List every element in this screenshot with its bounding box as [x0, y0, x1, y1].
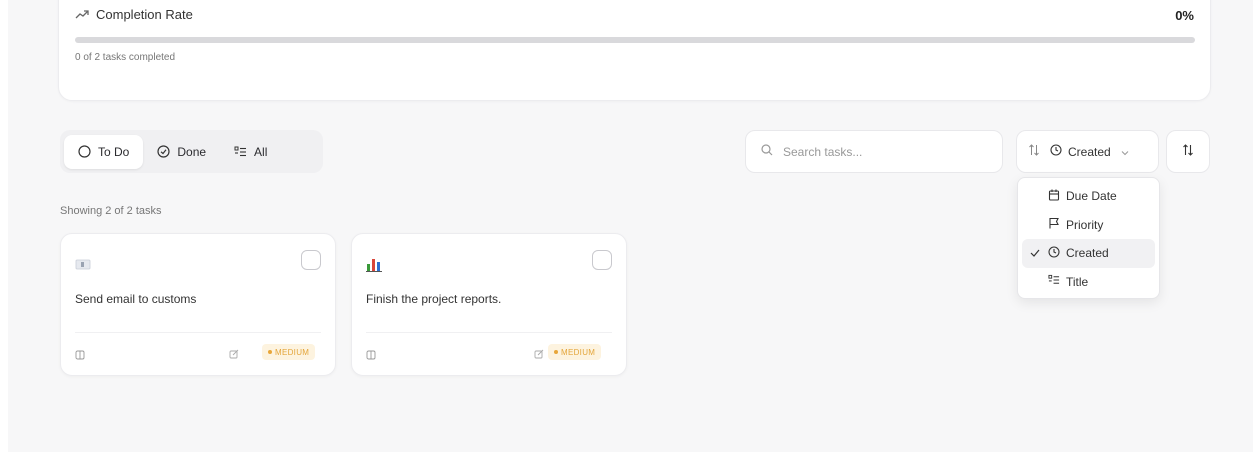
tab-label: To Do — [98, 144, 130, 159]
menu-item-label: Priority — [1066, 217, 1104, 232]
tab-label: Done — [177, 144, 207, 159]
completion-card: Completion Rate 0% 0 of 2 tasks complete… — [58, 0, 1211, 101]
completed-count: 0 of 2 tasks completed — [75, 52, 176, 63]
tab-todo[interactable]: To Do — [64, 134, 144, 169]
divider — [366, 332, 612, 333]
menu-item-label: Due Date — [1066, 189, 1117, 204]
completion-percent: 0% — [1175, 8, 1194, 23]
sort-order-icon — [1182, 143, 1194, 161]
completion-label: Completion Rate — [96, 7, 193, 22]
task-card[interactable]: Finish the project reports. MEDIUM — [351, 233, 627, 376]
priority-badge: MEDIUM — [262, 344, 316, 360]
tab-done[interactable]: Done — [143, 135, 220, 169]
priority-label: MEDIUM — [275, 347, 310, 357]
sort-dropdown-menu: Due Date Priority Created Title — [1017, 177, 1160, 299]
priority-dot — [268, 350, 272, 354]
sort-option-title[interactable]: Title — [1022, 268, 1155, 297]
book-icon — [366, 347, 376, 365]
trending-up-icon — [75, 9, 89, 20]
sort-option-priority[interactable]: Priority — [1022, 211, 1155, 240]
task-title: Finish the project reports. — [366, 292, 502, 306]
card-index-icon — [75, 256, 91, 272]
edit-icon[interactable] — [229, 346, 239, 364]
clock-icon — [1050, 144, 1062, 159]
edit-icon[interactable] — [534, 346, 544, 364]
flag-icon — [1048, 217, 1060, 232]
search-icon — [761, 143, 773, 161]
completion-header: Completion Rate — [75, 7, 193, 22]
menu-item-label: Title — [1066, 274, 1089, 289]
search-input[interactable] — [783, 144, 983, 159]
showing-count: Showing 2 of 2 tasks — [60, 205, 162, 217]
divider — [75, 332, 321, 333]
sort-order-button[interactable] — [1166, 130, 1210, 173]
sort-option-due-date[interactable]: Due Date — [1022, 182, 1155, 211]
sort-value: Created — [1050, 144, 1111, 159]
menu-item-label: Created — [1066, 246, 1109, 261]
bar-chart-icon — [366, 256, 382, 272]
tab-label: All — [254, 144, 268, 159]
task-card[interactable]: Send email to customs MEDIUM — [60, 233, 336, 376]
circle-icon — [78, 145, 91, 158]
sort-selected-label: Created — [1068, 144, 1111, 159]
priority-dot — [554, 350, 558, 354]
filter-tabs: To Do Done All — [60, 130, 323, 173]
list-icon — [234, 146, 247, 158]
page-edge — [0, 0, 8, 452]
book-icon — [75, 347, 85, 365]
list-icon — [1048, 274, 1060, 289]
search-box — [745, 130, 1003, 173]
clock-icon — [1048, 246, 1060, 261]
progress-bar — [75, 37, 1195, 43]
tab-all[interactable]: All — [220, 135, 281, 169]
task-checkbox[interactable] — [592, 250, 612, 270]
sort-select[interactable]: Created — [1016, 130, 1159, 173]
task-title: Send email to customs — [75, 292, 197, 306]
chevron-down-icon — [1121, 145, 1129, 159]
calendar-icon — [1048, 189, 1060, 204]
sort-arrows-icon — [1028, 144, 1040, 159]
check-circle-icon — [157, 145, 170, 158]
sort-option-created[interactable]: Created — [1022, 239, 1155, 268]
check-icon — [1030, 247, 1040, 261]
priority-badge: MEDIUM — [548, 344, 602, 360]
task-checkbox[interactable] — [301, 250, 321, 270]
priority-label: MEDIUM — [561, 347, 596, 357]
